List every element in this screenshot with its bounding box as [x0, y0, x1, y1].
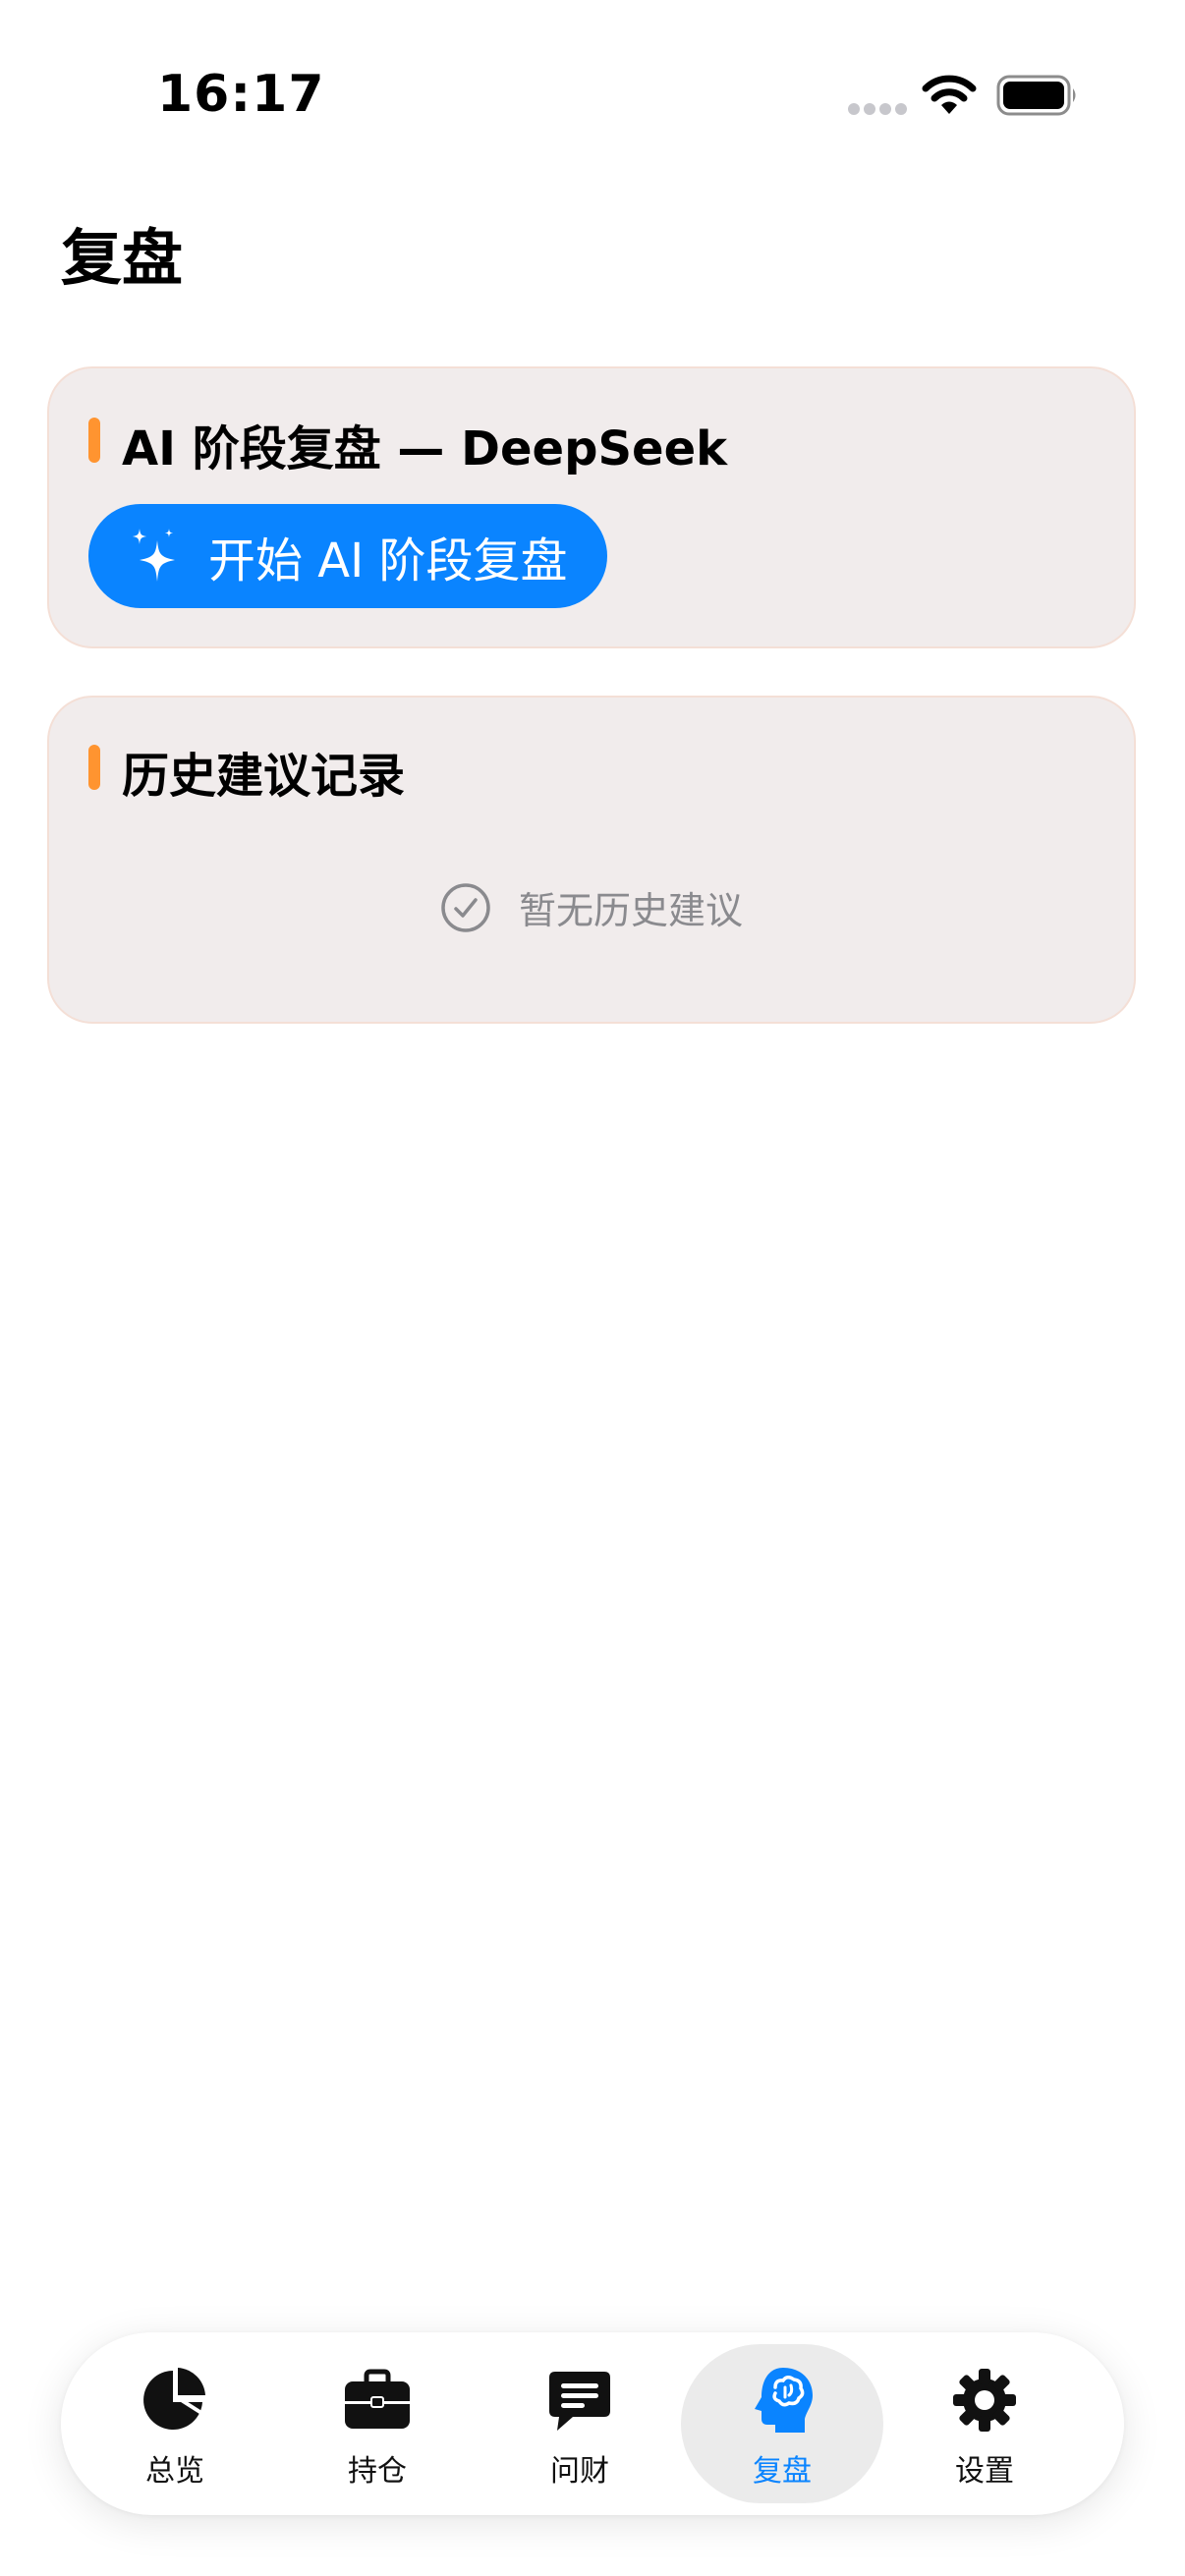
- wifi-icon: [922, 75, 977, 114]
- start-ai-review-button[interactable]: 开始 AI 阶段复盘: [88, 504, 607, 608]
- empty-state: 暂无历史建议: [49, 880, 1134, 934]
- gear-icon: [953, 2369, 1016, 2432]
- tab-settings[interactable]: 设置: [883, 2344, 1086, 2503]
- sparkles-icon: [133, 529, 175, 582]
- history-card: 历史建议记录 暂无历史建议: [47, 696, 1136, 1024]
- tab-label: 问财: [550, 2454, 609, 2489]
- tab-overview[interactable]: 总览: [74, 2344, 276, 2503]
- battery-icon: [996, 75, 1076, 116]
- tab-label: 复盘: [753, 2454, 812, 2489]
- brain-head-icon: [755, 2368, 813, 2433]
- start-ai-review-label: 开始 AI 阶段复盘: [208, 533, 568, 588]
- tab-review[interactable]: 复盘: [681, 2344, 883, 2503]
- tab-ask[interactable]: 问财: [479, 2344, 681, 2503]
- cellular-signal-icon: [848, 103, 907, 115]
- status-bar: 16:17: [0, 0, 1185, 196]
- briefcase-icon: [345, 2369, 410, 2429]
- history-title: 历史建议记录: [122, 749, 406, 804]
- tab-label: 设置: [955, 2454, 1014, 2489]
- section-marker: [88, 418, 100, 463]
- ai-review-title: AI 阶段复盘 — DeepSeek: [122, 421, 728, 476]
- checkmark-circle-icon: [441, 882, 490, 932]
- tab-bar: 总览 持仓 问财 复盘 设置: [61, 2332, 1124, 2515]
- section-marker: [88, 745, 100, 790]
- tab-holdings[interactable]: 持仓: [276, 2344, 479, 2503]
- pie-chart-icon: [143, 2368, 205, 2430]
- status-time: 16:17: [157, 65, 325, 124]
- empty-state-text: 暂无历史建议: [518, 889, 743, 932]
- page-title: 复盘: [61, 222, 184, 294]
- message-icon: [549, 2372, 610, 2431]
- ai-review-card: AI 阶段复盘 — DeepSeek 开始 AI 阶段复盘: [47, 366, 1136, 648]
- tab-label: 持仓: [348, 2454, 407, 2489]
- tab-label: 总览: [145, 2454, 204, 2489]
